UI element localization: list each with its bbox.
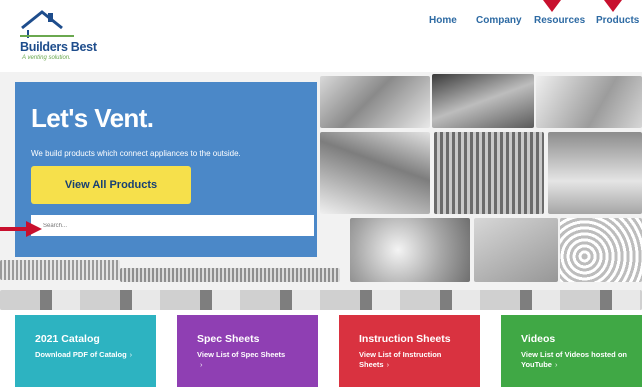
- hero-subtitle: We build products which connect applianc…: [31, 149, 241, 158]
- nav-resources[interactable]: Resources: [534, 15, 585, 29]
- chevron-right-icon: ›: [554, 360, 558, 369]
- brand-logo[interactable]: Builders Best A venting solution.: [10, 8, 120, 66]
- chevron-right-icon: ›: [129, 350, 133, 359]
- nav-home[interactable]: Home: [429, 15, 457, 29]
- videos-card-link[interactable]: View List of Videos hosted on YouTube ›: [521, 350, 631, 370]
- catalog-card-link[interactable]: Download PDF of Catalog ›: [35, 350, 145, 360]
- nav-products[interactable]: Products: [596, 15, 639, 29]
- site-header: Builders Best A venting solution. Home C…: [0, 0, 642, 72]
- videos-card[interactable]: Videos View List of Videos hosted on You…: [501, 315, 642, 387]
- brand-tagline: A venting solution.: [22, 55, 71, 61]
- red-arrow-icon: [0, 221, 42, 237]
- catalog-card-title: 2021 Catalog: [35, 333, 100, 345]
- search-input[interactable]: [31, 215, 314, 236]
- brand-name: Builders Best: [20, 40, 97, 54]
- instruction-sheets-card[interactable]: Instruction Sheets View List of Instruct…: [339, 315, 480, 387]
- view-all-products-button[interactable]: View All Products: [31, 166, 191, 204]
- red-arrow-icon: [604, 0, 622, 12]
- hero-panel: Let's Vent. We build products which conn…: [15, 82, 317, 257]
- videos-card-title: Videos: [521, 333, 556, 345]
- chevron-right-icon: ›: [386, 360, 390, 369]
- chevron-right-icon: ›: [200, 360, 203, 369]
- spec-sheets-card[interactable]: Spec Sheets View List of Spec Sheets ›: [177, 315, 318, 387]
- hero-title: Let's Vent.: [31, 103, 154, 133]
- spec-sheets-card-link[interactable]: View List of Spec Sheets ›: [197, 350, 307, 370]
- spec-sheets-card-title: Spec Sheets: [197, 333, 260, 345]
- house-roof-icon: [20, 10, 74, 38]
- catalog-card[interactable]: 2021 Catalog Download PDF of Catalog ›: [15, 315, 156, 387]
- instruction-sheets-card-title: Instruction Sheets: [359, 333, 451, 345]
- instruction-sheets-card-link[interactable]: View List of Instruction Sheets ›: [359, 350, 469, 370]
- nav-company[interactable]: Company: [476, 15, 522, 29]
- red-arrow-icon: [543, 0, 561, 12]
